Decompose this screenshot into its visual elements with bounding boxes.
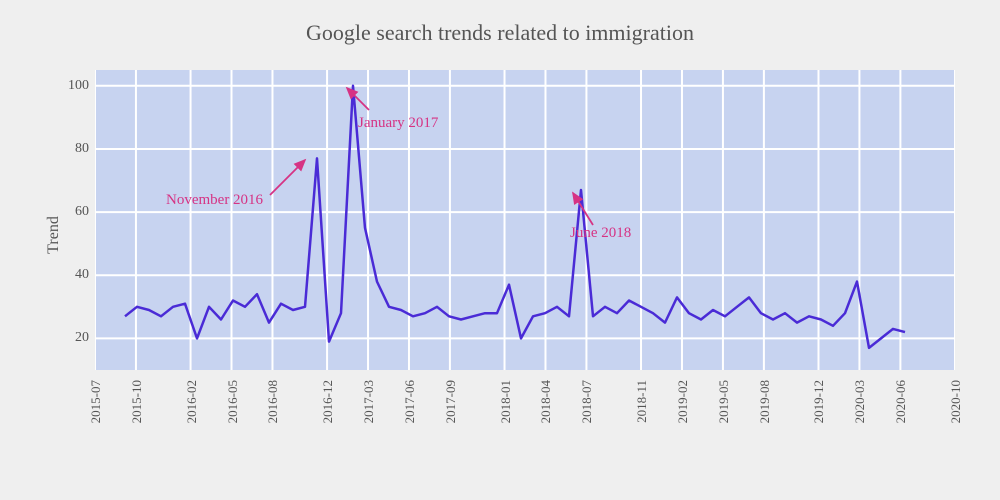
x-tick-label: 2019-02 (675, 380, 691, 423)
x-tick-label: 2017-09 (443, 380, 459, 423)
x-tick-label: 2017-03 (361, 380, 377, 423)
x-tick-label: 2015-07 (88, 380, 104, 423)
x-tick-label: 2018-07 (579, 380, 595, 423)
plot-area (95, 70, 955, 370)
y-tick-label: 80 (65, 141, 89, 157)
y-tick-label: 20 (65, 330, 89, 346)
y-tick-label: 60 (65, 204, 89, 220)
x-tick-label: 2016-08 (265, 380, 281, 423)
x-tick-label: 2016-02 (184, 380, 200, 423)
x-tick-label: 2019-08 (757, 380, 773, 423)
plot-svg (95, 70, 955, 370)
y-axis-label: Trend (45, 216, 63, 254)
x-tick-label: 2018-11 (634, 380, 650, 423)
annotation-label: January 2017 (358, 115, 438, 132)
x-tick-label: 2020-10 (948, 380, 964, 423)
x-tick-label: 2020-03 (852, 380, 868, 423)
x-tick-label: 2018-01 (498, 380, 514, 423)
chart-container: Google search trends related to immigrat… (0, 0, 1000, 500)
x-tick-label: 2015-10 (129, 380, 145, 423)
annotation-label: June 2018 (570, 225, 631, 242)
annotation-arrow-jun2018 (565, 185, 605, 230)
x-tick-label: 2016-05 (225, 380, 241, 423)
annotation-label: November 2016 (166, 192, 263, 209)
x-tick-label: 2020-06 (893, 380, 909, 423)
annotation-arrow-jan2017 (339, 80, 379, 120)
x-tick-label: 2018-04 (538, 380, 554, 423)
y-tick-label: 100 (65, 78, 89, 94)
chart-title: Google search trends related to immigrat… (0, 0, 1000, 46)
x-tick-label: 2016-12 (320, 380, 336, 423)
y-tick-label: 40 (65, 267, 89, 283)
annotation-arrow-nov2016 (265, 150, 315, 200)
x-tick-label: 2019-05 (716, 380, 732, 423)
x-tick-label: 2017-06 (402, 380, 418, 423)
x-tick-label: 2019-12 (811, 380, 827, 423)
